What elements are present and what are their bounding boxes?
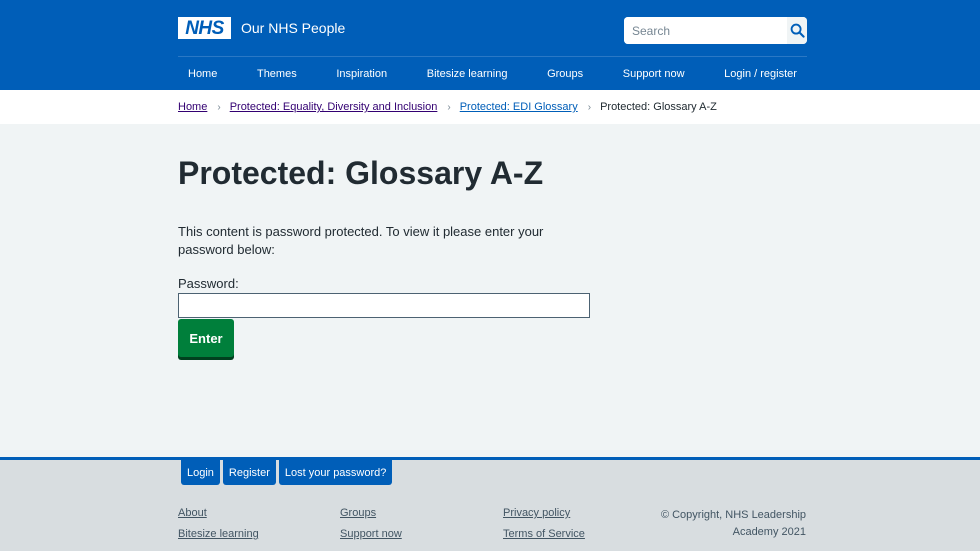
site-footer [0, 457, 980, 551]
footer-register-button[interactable]: Register [222, 460, 276, 485]
search-button[interactable] [787, 17, 807, 44]
password-intro-text: This content is password protected. To v… [178, 224, 544, 257]
nav-item-bitesize-learning[interactable]: Bitesize learning [427, 68, 508, 80]
search-input[interactable] [624, 17, 787, 44]
chevron-right-icon: › [217, 101, 221, 113]
footer-link-terms-of-service[interactable]: Terms of Service [503, 528, 585, 540]
footer-link-groups[interactable]: Groups [340, 507, 376, 519]
breadcrumb-current: Protected: Glossary A-Z [600, 101, 717, 113]
enter-button[interactable]: Enter [178, 319, 234, 357]
search-form [624, 17, 807, 44]
breadcrumb: Home › Protected: Equality, Diversity an… [178, 101, 717, 113]
footer-link-about[interactable]: About [178, 507, 207, 519]
nav-item-themes[interactable]: Themes [257, 68, 297, 80]
breadcrumb-edi-glossary[interactable]: Protected: EDI Glossary [460, 101, 578, 113]
search-icon [790, 23, 805, 38]
chevron-right-icon: › [447, 101, 451, 113]
footer-link-privacy-policy[interactable]: Privacy policy [503, 507, 570, 519]
nhs-logo[interactable]: NHS [178, 17, 231, 39]
nav-item-support-now[interactable]: Support now [623, 68, 685, 80]
site-title[interactable]: Our NHS People [241, 20, 345, 36]
breadcrumb-edi[interactable]: Protected: Equality, Diversity and Inclu… [230, 101, 438, 113]
footer-login-button[interactable]: Login [181, 460, 220, 485]
password-input[interactable] [178, 293, 590, 318]
password-label: Password: [178, 276, 239, 291]
nav-item-home[interactable]: Home [188, 68, 217, 80]
footer-link-support-now[interactable]: Support now [340, 528, 402, 540]
breadcrumb-home[interactable]: Home [178, 101, 207, 113]
nav-item-groups[interactable]: Groups [547, 68, 583, 80]
nhs-logo-text: NHS [185, 17, 224, 39]
footer-link-bitesize-learning[interactable]: Bitesize learning [178, 528, 259, 540]
page-title: Protected: Glossary A-Z [178, 155, 544, 191]
site-header: NHS Our NHS People Home Themes Inspirati… [0, 0, 980, 90]
footer-account-buttons: Login Register Lost your password? [181, 460, 393, 485]
copyright-text: © Copyright, NHS Leadership Academy 2021 [660, 509, 806, 538]
main-nav: Home Themes Inspiration Bitesize learnin… [178, 57, 807, 90]
nav-item-inspiration[interactable]: Inspiration [336, 68, 387, 80]
chevron-right-icon: › [587, 101, 592, 113]
nav-item-login-register[interactable]: Login / register [724, 68, 797, 80]
footer-lost-password-button[interactable]: Lost your password? [278, 460, 393, 485]
